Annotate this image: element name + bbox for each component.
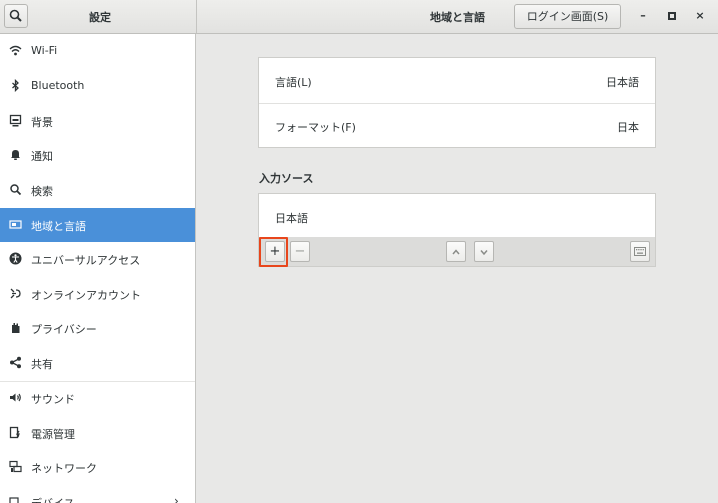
- input-sources-heading: 入力ソース: [259, 172, 314, 185]
- maximize-button[interactable]: [664, 8, 680, 24]
- input-sources-list: 日本語: [258, 193, 656, 238]
- sidebar-item-label: 共有: [31, 358, 53, 371]
- language-value: 日本語: [606, 76, 639, 89]
- sidebar-item-network[interactable]: ネットワーク: [0, 450, 195, 484]
- sidebar-item-label: オンラインアカウント: [31, 289, 141, 302]
- search-icon: [9, 9, 22, 22]
- chevron-up-icon: [452, 248, 460, 254]
- sidebar-item-label: 通知: [31, 150, 53, 163]
- accessibility-icon: [9, 252, 22, 265]
- input-source-item[interactable]: 日本語: [259, 194, 655, 239]
- sidebar-item-privacy[interactable]: プライバシー: [0, 311, 195, 345]
- chevron-down-icon: [480, 249, 488, 255]
- move-up-button[interactable]: [446, 241, 466, 262]
- close-button[interactable]: ×: [692, 8, 708, 24]
- sidebar-item-search[interactable]: 検索: [0, 173, 195, 207]
- share-icon: [9, 356, 22, 369]
- network-icon: [9, 460, 22, 473]
- remove-input-source-button[interactable]: −: [290, 241, 310, 262]
- sidebar-item-region-language[interactable]: 地域と言語: [0, 208, 195, 242]
- formats-value: 日本: [617, 121, 639, 134]
- sidebar-item-sharing[interactable]: 共有: [0, 346, 195, 380]
- app-title: 設定: [89, 11, 111, 24]
- sidebar-item-power[interactable]: 電源管理: [0, 416, 195, 450]
- minimize-button[interactable]: –: [635, 8, 651, 24]
- language-formats-card: 言語(L) 日本語 フォーマット(F) 日本: [258, 57, 656, 148]
- sidebar-item-label: Bluetooth: [31, 79, 85, 92]
- search-icon: [9, 183, 22, 196]
- formats-label: フォーマット(F): [275, 121, 356, 134]
- input-source-label: 日本語: [275, 212, 308, 225]
- page-title: 地域と言語: [430, 11, 485, 24]
- bell-icon: [9, 148, 22, 161]
- sidebar-item-label: ユニバーサルアクセス: [31, 254, 141, 267]
- wifi-icon: [9, 44, 22, 57]
- chevron-right-icon: ›: [174, 494, 179, 503]
- language-row[interactable]: 言語(L) 日本語: [259, 58, 655, 103]
- keyboard-icon: [634, 247, 646, 256]
- login-screen-button[interactable]: ログイン画面(S): [514, 4, 621, 29]
- sidebar-item-label: サウンド: [31, 393, 75, 406]
- sidebar-item-label: デバイス: [31, 495, 75, 503]
- keyboard-layout-button[interactable]: [630, 241, 650, 262]
- sidebar-item-label: 地域と言語: [31, 220, 86, 233]
- sidebar-item-notifications[interactable]: 通知: [0, 138, 195, 172]
- move-down-button[interactable]: [474, 241, 494, 262]
- sidebar-item-background[interactable]: 背景: [0, 104, 195, 138]
- maximize-icon: [668, 12, 676, 20]
- sidebar-header: 設定: [0, 0, 197, 33]
- sidebar-item-label: 検索: [31, 185, 53, 198]
- sidebar: Wi-Fi Bluetooth 背景 通知 検索 地域と言語 ユニバーサルアクセ…: [0, 34, 196, 503]
- sidebar-item-label: 電源管理: [31, 428, 75, 441]
- language-label: 言語(L): [275, 76, 312, 89]
- bluetooth-icon: [9, 79, 22, 92]
- add-button-highlight: [259, 237, 288, 267]
- sidebar-item-bluetooth[interactable]: Bluetooth: [0, 69, 195, 103]
- sidebar-item-wifi[interactable]: Wi-Fi: [0, 34, 195, 68]
- sidebar-item-universal-access[interactable]: ユニバーサルアクセス: [0, 242, 195, 276]
- power-icon: [9, 426, 22, 439]
- sidebar-item-label: ネットワーク: [31, 462, 97, 475]
- search-button[interactable]: [4, 4, 28, 28]
- sidebar-item-label: プライバシー: [31, 323, 97, 336]
- devices-icon: [9, 495, 22, 503]
- formats-row[interactable]: フォーマット(F) 日本: [259, 103, 655, 148]
- region-flag-icon: [9, 218, 22, 231]
- background-icon: [9, 114, 22, 127]
- online-accounts-icon: [9, 287, 22, 300]
- input-sources-toolbar: + −: [258, 237, 656, 267]
- speaker-icon: [9, 391, 22, 404]
- header-bar: 設定 地域と言語 ログイン画面(S) – ×: [0, 0, 718, 34]
- hand-icon: [9, 321, 22, 334]
- sidebar-item-online-accounts[interactable]: オンラインアカウント: [0, 277, 195, 311]
- sidebar-item-sound[interactable]: サウンド: [0, 381, 195, 415]
- sidebar-item-devices[interactable]: デバイス ›: [0, 485, 195, 503]
- sidebar-item-label: 背景: [31, 116, 53, 129]
- sidebar-item-label: Wi-Fi: [31, 44, 58, 57]
